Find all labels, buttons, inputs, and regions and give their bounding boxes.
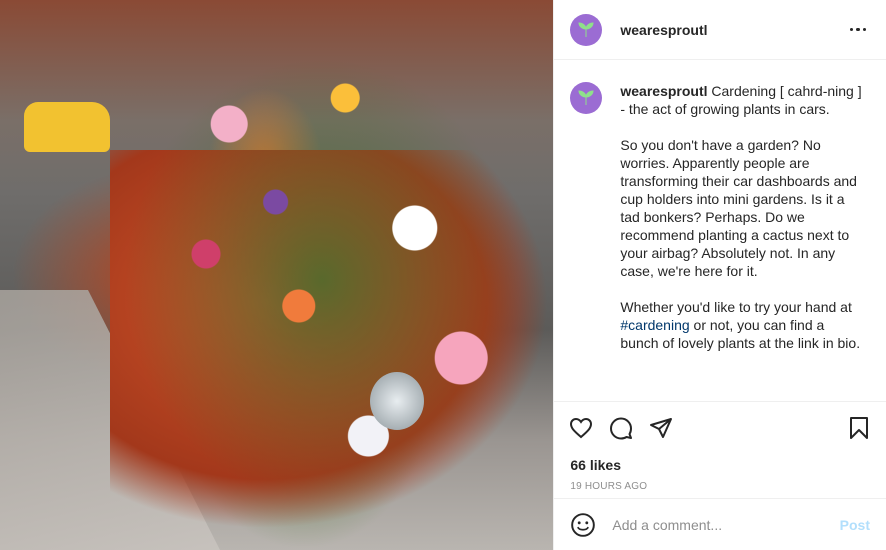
action-bar [554,402,886,454]
post-sidebar: wearesproutl wearesproutl Cardening [ ca… [553,0,886,550]
comment-bubble-icon[interactable] [608,415,634,441]
header-username[interactable]: wearesproutl [620,22,707,38]
sprout-logo-icon [578,90,594,106]
caption-paragraph-2: So you don't have a garden? No worries. … [620,137,857,279]
photo-headlight [370,372,424,430]
caption-section: wearesproutl Cardening [ cahrd-ning ] - … [554,60,886,402]
comment-bar: Post [554,498,886,550]
post-comment-button[interactable]: Post [840,517,870,533]
photo-flowers [90,20,554,540]
comment-input[interactable] [610,515,840,534]
more-options-icon[interactable] [846,18,870,42]
post-timestamp[interactable]: 19 HOURS AGO [554,476,886,498]
save-bookmark-icon[interactable] [846,415,872,441]
like-heart-icon[interactable] [568,415,594,441]
avatar[interactable] [570,13,603,46]
emoji-icon[interactable] [570,512,596,538]
caption-text: wearesproutl Cardening [ cahrd-ning ] - … [620,82,864,401]
post-header: wearesproutl [554,0,886,60]
instagram-post: wearesproutl wearesproutl Cardening [ ca… [0,0,886,550]
hashtag-link[interactable]: #cardening [620,317,689,333]
post-photo[interactable] [0,0,554,550]
caption-paragraph-3-start: Whether you'd like to try your hand at [620,299,852,315]
likes-count[interactable]: 66 likes [554,454,886,476]
share-send-icon[interactable] [648,415,674,441]
caption-username[interactable]: wearesproutl [620,83,707,99]
caption-avatar[interactable] [570,82,603,114]
sprout-logo-icon [578,21,594,37]
